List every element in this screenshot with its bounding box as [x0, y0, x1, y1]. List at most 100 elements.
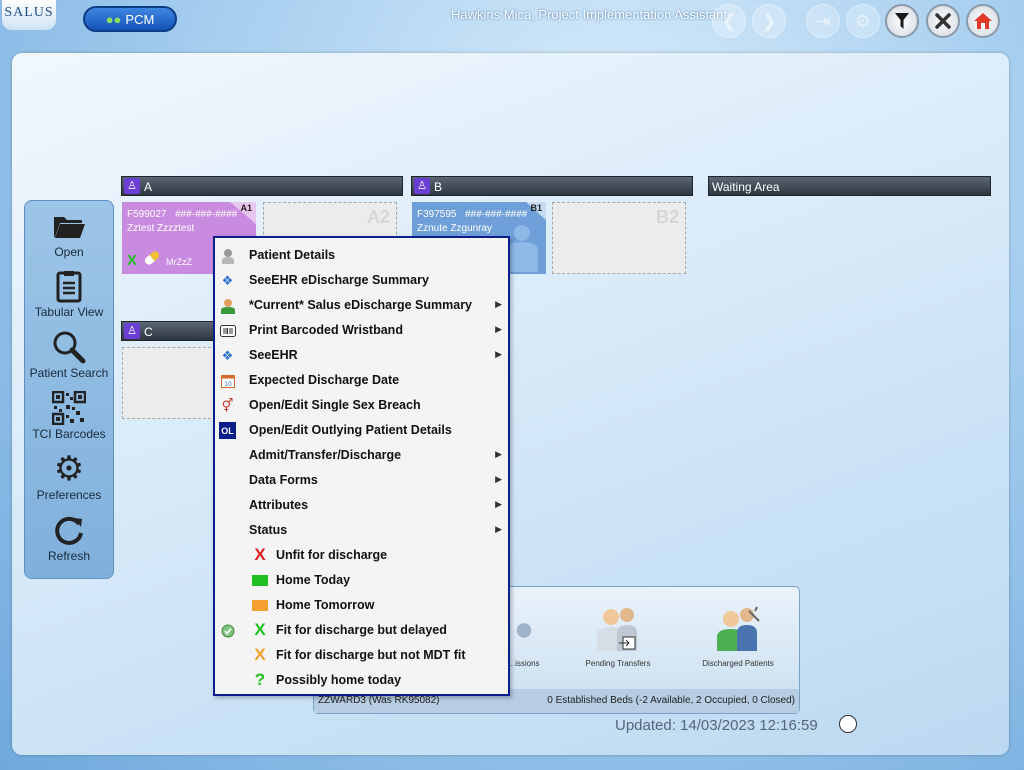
green-x-icon: X — [254, 620, 266, 639]
menu-item-outlying-patient[interactable]: OL Open/Edit Outlying Patient Details — [215, 418, 508, 443]
patient-number: F397595 — [417, 209, 457, 220]
close-button[interactable] — [926, 4, 960, 38]
menu-item-print-wristband[interactable]: Print Barcoded Wristband ▶ — [215, 318, 508, 343]
outlying-icon: OL — [219, 422, 236, 439]
sidebar-item-refresh[interactable]: Refresh — [25, 513, 113, 563]
menu-label: Admit/Transfer/Discharge — [249, 448, 402, 462]
menu-label: *Current* Salus eDischarge Summary — [249, 298, 473, 312]
menu-item-possibly-home-today[interactable]: ? Possibly home today — [215, 668, 508, 693]
people-icon: ●● — [105, 11, 122, 27]
menu-item-admit-transfer-discharge[interactable]: Admit/Transfer/Discharge ▶ — [215, 443, 508, 468]
green-square-icon — [251, 571, 269, 589]
arrow-left-icon: ❮ — [721, 10, 737, 31]
sidebar-item-open[interactable]: Open — [25, 209, 113, 259]
sidebar: Open Tabular View Patient Search TCI Bar… — [24, 200, 114, 579]
menu-label: Home Today — [276, 573, 351, 587]
top-bar: SALUS ●● PCM Hawkins Mica, Project Imple… — [0, 0, 1024, 48]
sidebar-label-refresh: Refresh — [47, 549, 91, 563]
bay-header-waiting[interactable]: Waiting Area — [708, 176, 991, 196]
menu-item-fit-delayed[interactable]: X Fit for discharge but delayed — [215, 618, 508, 643]
tile-label: ...issions — [508, 659, 540, 668]
bed-summary: 0 Established Beds (-2 Available, 2 Occu… — [547, 695, 795, 706]
person-icon: ♙ — [124, 323, 140, 339]
menu-label: Home Tomorrow — [276, 598, 375, 612]
red-x-icon: X — [254, 545, 266, 564]
menu-label: SeeEHR — [249, 348, 298, 362]
unfit-x-icon: X — [127, 252, 138, 269]
tile-pending-transfers[interactable]: Pending Transfers — [568, 605, 668, 668]
menu-item-seeehr-edischarge[interactable]: ❖ SeeEHR eDischarge Summary — [215, 268, 508, 293]
menu-item-patient-details[interactable]: Patient Details — [215, 243, 508, 268]
bed-id: A2 — [366, 207, 390, 227]
sidebar-item-patient-search[interactable]: Patient Search — [25, 330, 113, 380]
sidebar-label-patient-search: Patient Search — [29, 366, 109, 380]
updated-timestamp: Updated: 14/03/2023 12:16:59 — [615, 717, 818, 734]
menu-item-salus-edischarge[interactable]: *Current* Salus eDischarge Summary ▶ — [215, 293, 508, 318]
filter-button[interactable] — [885, 4, 919, 38]
close-icon — [935, 13, 951, 29]
menu-label: Expected Discharge Date — [249, 373, 400, 387]
sidebar-item-tabular-view[interactable]: Tabular View — [25, 269, 113, 319]
patient-number-line: F599027 ###-###-#### — [127, 209, 237, 220]
auto-refresh-indicator[interactable] — [839, 715, 857, 733]
bay-header-b[interactable]: ♙ B — [411, 176, 693, 196]
svg-text:10: 10 — [224, 381, 232, 388]
submenu-arrow-icon: ▶ — [495, 299, 502, 309]
dna-icon: ❖ — [221, 347, 234, 363]
patient-number: F599027 — [127, 209, 167, 220]
patient-details-icon — [219, 247, 236, 264]
salus-logo: SALUS — [2, 0, 56, 30]
bay-title-a: A — [144, 180, 153, 194]
arrow-right-icon: ❯ — [761, 10, 777, 31]
pcm-button[interactable]: ●● PCM — [83, 6, 177, 32]
sidebar-item-tci-barcodes[interactable]: TCI Barcodes — [25, 391, 113, 441]
orange-square-icon — [251, 596, 269, 614]
doctor-icon — [219, 297, 236, 314]
discharged-patients-icon — [717, 606, 760, 651]
bed-id: B1 — [530, 203, 542, 213]
menu-item-single-sex-breach[interactable]: ⚥ Open/Edit Single Sex Breach — [215, 393, 508, 418]
dna-icon: ❖ — [221, 272, 234, 288]
menu-label: Fit for discharge but delayed — [276, 623, 447, 637]
tile-discharged-patients[interactable]: Discharged Patients — [688, 605, 788, 668]
menu-item-data-forms[interactable]: Data Forms ▶ — [215, 468, 508, 493]
medication-pill-icon — [143, 249, 161, 267]
menu-item-status[interactable]: Status ▶ — [215, 518, 508, 543]
exit-button[interactable]: ⇥ — [806, 4, 840, 38]
home-button[interactable] — [966, 4, 1000, 38]
sidebar-item-preferences[interactable]: ⚙ Preferences — [25, 452, 113, 502]
back-button[interactable]: ❮ — [712, 4, 746, 38]
submenu-arrow-icon: ▶ — [495, 499, 502, 509]
menu-item-home-today[interactable]: Home Today — [215, 568, 508, 593]
checked-circle-icon — [219, 622, 236, 639]
bay-header-c[interactable]: ♙ C — [121, 321, 215, 341]
person-icon: ♙ — [414, 178, 430, 194]
orange-x-icon: X — [254, 645, 266, 664]
bay-header-a[interactable]: ♙ A — [121, 176, 403, 196]
settings-button[interactable]: ⚙ — [846, 4, 880, 38]
menu-item-home-tomorrow[interactable]: Home Tomorrow — [215, 593, 508, 618]
bed-c1[interactable] — [122, 347, 216, 419]
menu-item-fit-not-mdt[interactable]: X Fit for discharge but not MDT fit — [215, 643, 508, 668]
menu-label: Status — [249, 523, 288, 537]
gender-icon: ⚥ — [221, 397, 234, 413]
patient-name: Zznute Zzgunray — [417, 223, 493, 234]
menu-item-attributes[interactable]: Attributes ▶ — [215, 493, 508, 518]
bay-title-b: B — [434, 180, 443, 194]
menu-item-seeehr[interactable]: ❖ SeeEHR ▶ — [215, 343, 508, 368]
menu-label: Fit for discharge but not MDT fit — [276, 648, 466, 662]
forward-button[interactable]: ❯ — [752, 4, 786, 38]
menu-label: SeeEHR eDischarge Summary — [249, 273, 429, 287]
menu-item-unfit-for-discharge[interactable]: X Unfit for discharge — [215, 543, 508, 568]
bed-id: B2 — [655, 207, 679, 227]
submenu-arrow-icon: ▶ — [495, 524, 502, 534]
submenu-arrow-icon: ▶ — [495, 474, 502, 484]
nhs-number: ###-###-#### — [174, 209, 238, 220]
magnifier-icon — [53, 331, 86, 364]
exit-icon: ⇥ — [815, 10, 831, 31]
menu-item-expected-discharge-date[interactable]: 10 Expected Discharge Date — [215, 368, 508, 393]
bed-b2[interactable]: B2 — [552, 202, 686, 274]
barcode-icon — [219, 322, 236, 339]
menu-label: Open/Edit Outlying Patient Details — [249, 423, 452, 437]
refresh-icon — [55, 516, 83, 545]
